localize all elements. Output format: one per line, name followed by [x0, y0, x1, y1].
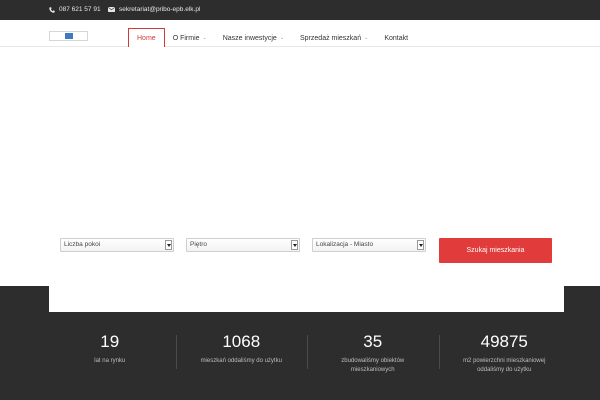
- nav-label: Nasze inwestycje: [222, 34, 277, 42]
- top-bar: 087 621 57 91 sekretariat@pribo-epb.elk.…: [0, 0, 600, 20]
- floor-select-value: Piętro: [190, 241, 207, 248]
- stat-item: 49875 m2 powierzchni mieszkaniowej oddal…: [438, 332, 571, 383]
- location-select[interactable]: Lokalizacja - Miasto: [312, 238, 426, 252]
- header: Home O Firmie ⌄ Nasze inwestycje ⌄ Sprze…: [0, 20, 600, 48]
- chevron-down-icon: ⌄: [279, 35, 285, 41]
- stat-item: 19 lat na rynku: [44, 333, 176, 383]
- rooms-select-value: Liczba pokoi: [64, 241, 101, 248]
- nav-item-home[interactable]: Home: [128, 28, 165, 48]
- chevron-down-icon: ⌄: [364, 35, 369, 41]
- nav-item-o-firmie[interactable]: O Firmie ⌄: [165, 28, 215, 48]
- stat-value: 35: [363, 332, 383, 351]
- nav-label: Home: [137, 35, 156, 42]
- email-address: sekretariat@pribo-epb.elk.pl: [119, 6, 201, 13]
- phone-number: 087 621 57 91: [59, 6, 101, 13]
- location-select-value: Lokalizacja - Miasto: [316, 241, 374, 248]
- site-logo[interactable]: [49, 31, 88, 41]
- logo-icon: [65, 33, 73, 39]
- nav-label: Sprzedaż mieszkań: [300, 34, 362, 42]
- apartment-search-form: Liczba pokoi Piętro Lokalizacja - Miasto…: [60, 238, 552, 263]
- search-apartment-button[interactable]: Szukaj mieszkania: [439, 238, 552, 263]
- envelope-icon: [108, 7, 115, 12]
- stat-label: lat na rynku: [94, 358, 126, 364]
- stat-value: 49875: [480, 332, 528, 351]
- stat-label: m2 powierzchni mieszkaniowej oddaliśmy d…: [463, 358, 546, 373]
- floor-select[interactable]: Piętro: [186, 238, 300, 252]
- phone-contact[interactable]: 087 621 57 91: [49, 6, 101, 13]
- stats-row: 19 lat na rynku 1068 mieszkań oddaliśmy …: [44, 333, 570, 383]
- stat-item: 1068 mieszkań oddaliśmy do użytku: [175, 332, 308, 383]
- stat-value: 1068: [222, 332, 261, 351]
- hero-area: [49, 47, 564, 312]
- nav-label: Kontakt: [384, 34, 409, 42]
- select-arrow-icon: [165, 240, 172, 250]
- select-arrow-icon: [417, 240, 424, 250]
- nav-item-kontakt[interactable]: Kontakt: [376, 28, 416, 48]
- nav-item-nasze-inwestycje[interactable]: Nasze inwestycje ⌄: [215, 28, 292, 48]
- phone-icon: [49, 6, 55, 13]
- nav-item-sprzedaz-mieszkan[interactable]: Sprzedaż mieszkań ⌄: [292, 28, 376, 48]
- stat-value: 19: [100, 332, 120, 351]
- chevron-down-icon: ⌄: [202, 35, 207, 41]
- nav-label: O Firmie: [172, 34, 200, 42]
- main-nav: Home O Firmie ⌄ Nasze inwestycje ⌄ Sprze…: [128, 28, 416, 48]
- stat-item: 35 zbudowaliśmy obiektów mieszkaniowych: [307, 333, 439, 383]
- email-contact[interactable]: sekretariat@pribo-epb.elk.pl: [108, 6, 200, 13]
- stat-label: mieszkań oddaliśmy do użytku: [200, 358, 282, 364]
- rooms-select[interactable]: Liczba pokoi: [60, 238, 174, 252]
- select-arrow-icon: [291, 240, 298, 250]
- stat-label: zbudowaliśmy obiektów mieszkaniowych: [341, 358, 405, 373]
